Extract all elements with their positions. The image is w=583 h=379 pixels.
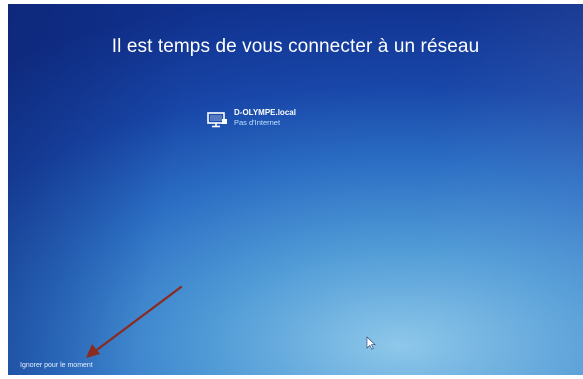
network-text: D-OLYMPE.local Pas d'Internet: [234, 108, 296, 128]
ethernet-computer-icon: [207, 112, 227, 128]
network-status: Pas d'Internet: [234, 118, 281, 127]
network-item-d-olympe[interactable]: D-OLYMPE.local Pas d'Internet: [206, 108, 326, 138]
skip-for-now-link[interactable]: Ignorer pour le moment: [20, 362, 93, 369]
page-title: Il est temps de vous connecter à un rése…: [111, 36, 480, 57]
network-name: D-OLYMPE.local: [234, 108, 296, 117]
mouse-pointer-icon: [366, 336, 376, 350]
photo-frame: Il est temps de vous connecter à un rése…: [0, 0, 583, 379]
setup-screen: Il est temps de vous connecter à un rése…: [8, 4, 583, 375]
